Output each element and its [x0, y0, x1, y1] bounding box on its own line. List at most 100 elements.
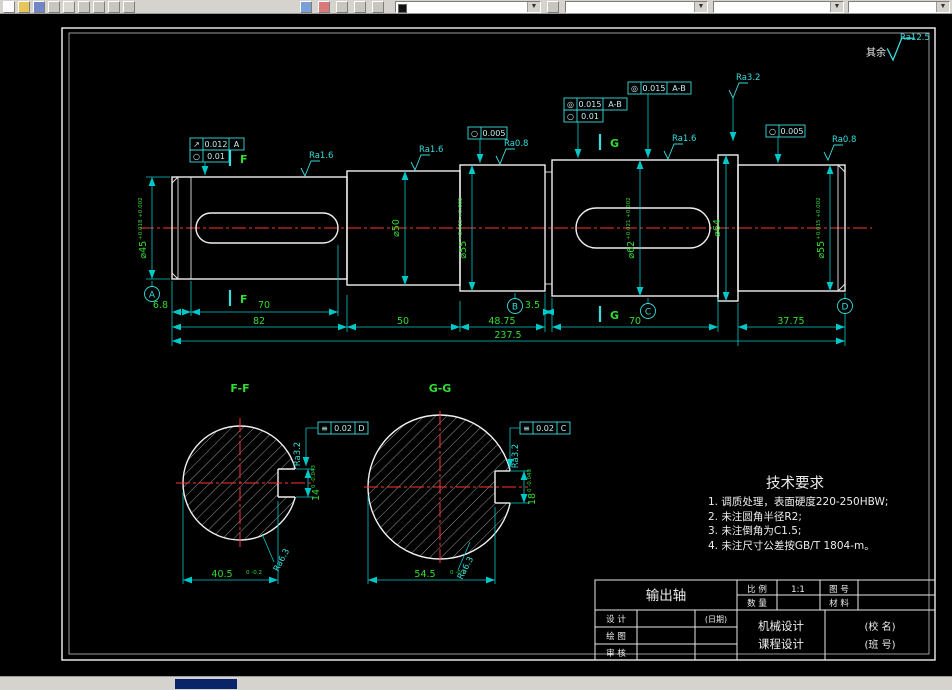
chevron-down-icon[interactable]: ▼	[936, 2, 949, 12]
svg-text:A: A	[234, 140, 240, 149]
svg-text:40.5: 40.5	[211, 569, 232, 580]
svg-text:(日期): (日期)	[705, 615, 727, 624]
svg-text:0 -0.2: 0 -0.2	[246, 570, 262, 576]
layer-combo[interactable]: ▼	[395, 1, 541, 13]
svg-text:课程设计: 课程设计	[758, 637, 804, 651]
svg-text:1. 调质处理，表面硬度220-250HBW;: 1. 调质处理，表面硬度220-250HBW;	[708, 495, 888, 508]
layer-color-swatch	[398, 4, 407, 13]
zoom-icon[interactable]	[336, 1, 348, 13]
general-roughness-note: 其余 Ra12.5	[866, 33, 930, 62]
save-icon[interactable]	[33, 1, 45, 13]
lineweight-combo[interactable]: ▼	[848, 1, 950, 13]
svg-text:D: D	[842, 303, 849, 313]
svg-text:F-F: F-F	[230, 382, 249, 395]
svg-text:机械设计: 机械设计	[758, 619, 804, 633]
svg-text:6.8: 6.8	[153, 300, 168, 311]
svg-text:B: B	[512, 303, 518, 313]
svg-text:54.5: 54.5	[414, 569, 435, 580]
svg-text:0.02: 0.02	[334, 424, 352, 433]
svg-text:0.012: 0.012	[205, 140, 228, 149]
svg-text:70: 70	[629, 316, 641, 327]
svg-text:F: F	[240, 293, 248, 306]
svg-text:70: 70	[258, 300, 270, 311]
copy-icon[interactable]	[108, 1, 120, 13]
status-selection	[175, 679, 237, 689]
svg-text:绘 图: 绘 图	[606, 631, 626, 642]
tolerance-frame-f1: ↗ 0.012 A ○ 0.01	[189, 137, 245, 175]
svg-text:50: 50	[397, 316, 409, 327]
svg-text:Ra6.3: Ra6.3	[272, 547, 292, 573]
svg-text:Ra1.6: Ra1.6	[419, 145, 443, 155]
datum-symbols: A B C D	[144, 281, 853, 319]
svg-text:图 号: 图 号	[829, 585, 849, 595]
find-icon[interactable]	[78, 1, 90, 13]
redo-icon[interactable]	[318, 1, 330, 13]
redraw-icon[interactable]	[372, 1, 384, 13]
new-icon[interactable]	[3, 1, 15, 13]
svg-text:4. 未注尺寸公差按GB/T 1804-m。: 4. 未注尺寸公差按GB/T 1804-m。	[708, 539, 875, 552]
svg-text:48.75: 48.75	[488, 316, 515, 327]
svg-text:A-B: A-B	[672, 84, 685, 93]
drawing-canvas[interactable]: ⌀45+0.018 +0.002 ⌀50 ⌀55+0.015 +0.002 ⌀6…	[0, 14, 952, 676]
open-icon[interactable]	[18, 1, 30, 13]
svg-text:设 计: 设 计	[606, 614, 626, 625]
svg-text:C: C	[645, 308, 651, 318]
svg-text:D: D	[358, 424, 364, 433]
status-bar	[0, 676, 952, 690]
svg-text:Ra1.6: Ra1.6	[672, 134, 696, 144]
linear-dimensions: 6.8 70 3.5 82 50 48.75 70 37.75 237.5	[153, 245, 846, 346]
svg-text:180 -0.043: 180 -0.043	[527, 468, 538, 505]
svg-text:0.015: 0.015	[579, 100, 602, 109]
svg-text:○: ○	[471, 129, 478, 138]
svg-text:材 料: 材 料	[829, 598, 849, 609]
svg-text:Ra3.2: Ra3.2	[511, 444, 521, 468]
chevron-down-icon[interactable]: ▼	[527, 2, 540, 12]
svg-text:数 量: 数 量	[747, 598, 767, 609]
chevron-down-icon[interactable]: ▼	[830, 2, 843, 12]
svg-text:G-G: G-G	[429, 382, 452, 395]
pan-icon[interactable]	[354, 1, 366, 13]
svg-text:Ra3.2: Ra3.2	[293, 442, 303, 466]
undo-icon[interactable]	[300, 1, 312, 13]
color-combo[interactable]: ▼	[565, 1, 708, 13]
svg-text:≡: ≡	[321, 424, 328, 433]
svg-text:Ra3.2: Ra3.2	[736, 73, 760, 83]
section-view-ff: F-F 40.5 0 -0.2 140 -0.043 ≡ 0.02 D Ra3.…	[176, 382, 369, 584]
tolerance-frame-f3c: ◎ 0.015 A-B	[627, 81, 692, 158]
svg-text:○: ○	[769, 127, 776, 136]
svg-text:3.5: 3.5	[525, 300, 540, 311]
svg-text:0.005: 0.005	[781, 127, 804, 136]
svg-text:审 核: 审 核	[606, 648, 626, 659]
section-view-gg: G-G 54.5 0 -0.2 180 -0.043 ≡ 0.02 C Ra3.…	[364, 382, 571, 584]
svg-text:2. 未注圆角半径R2;: 2. 未注圆角半径R2;	[708, 510, 802, 523]
svg-text:○: ○	[193, 152, 200, 161]
chevron-down-icon[interactable]: ▼	[694, 2, 707, 12]
svg-text:F: F	[240, 153, 248, 166]
svg-text:(校 名): (校 名)	[865, 620, 896, 633]
svg-text:◎: ◎	[631, 84, 638, 93]
print-icon[interactable]	[48, 1, 60, 13]
svg-text:G: G	[610, 309, 619, 322]
tolerance-frame-f4: ○ 0.005	[765, 124, 806, 163]
cut-icon[interactable]	[93, 1, 105, 13]
svg-text:0.01: 0.01	[581, 112, 599, 121]
paste-icon[interactable]	[123, 1, 135, 13]
svg-text:Ra1.6: Ra1.6	[309, 151, 333, 161]
svg-text:Ra0.8: Ra0.8	[504, 139, 528, 149]
technical-requirements: 技术要求 1. 调质处理，表面硬度220-250HBW; 2. 未注圆角半径R2…	[708, 475, 888, 552]
svg-text:G: G	[610, 137, 619, 150]
svg-text:37.75: 37.75	[777, 316, 804, 327]
svg-text:(班 号): (班 号)	[865, 639, 896, 651]
linetype-combo[interactable]: ▼	[713, 1, 844, 13]
svg-text:比 例: 比 例	[747, 584, 767, 595]
svg-text:0.01: 0.01	[207, 152, 225, 161]
tolerance-frame-f2: ○ 0.005	[467, 126, 508, 163]
layer-states-icon[interactable]	[547, 1, 559, 13]
svg-text:⌀64: ⌀64	[712, 219, 723, 237]
svg-text:◎: ◎	[567, 100, 574, 109]
svg-text:Ra12.5: Ra12.5	[900, 33, 930, 43]
svg-text:○: ○	[567, 112, 574, 121]
sheet-frame	[61, 27, 936, 661]
svg-text:237.5: 237.5	[494, 330, 521, 341]
print-preview-icon[interactable]	[63, 1, 75, 13]
